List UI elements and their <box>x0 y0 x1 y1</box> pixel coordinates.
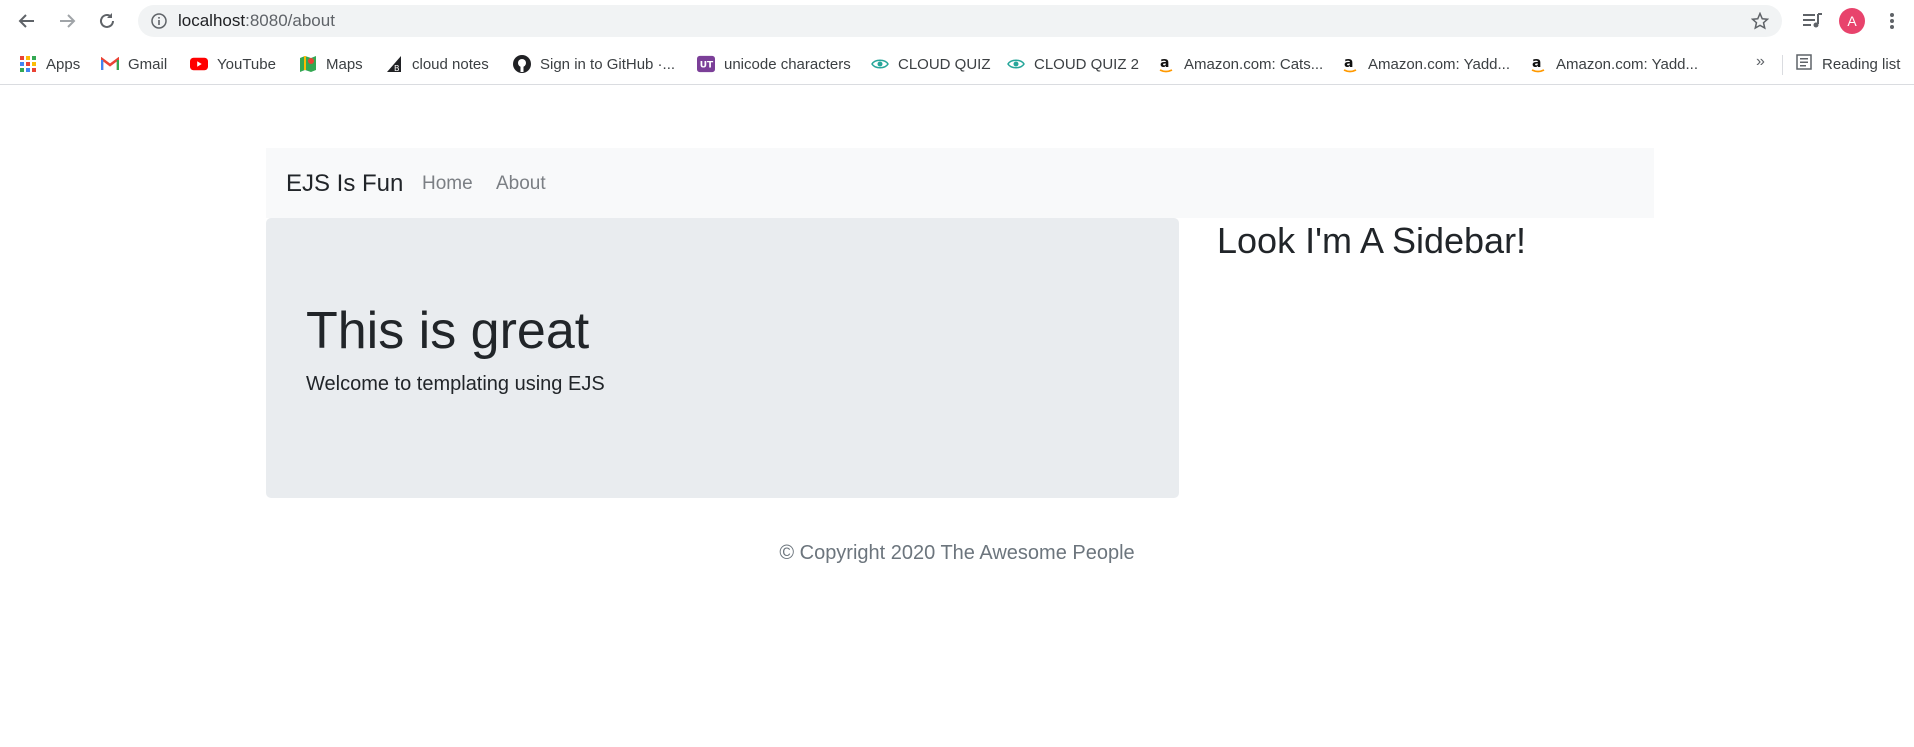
bookmark-label: Amazon.com: Yadd... <box>1556 55 1699 73</box>
cloud-notes-icon: B <box>385 55 403 73</box>
reading-list-label: Reading list <box>1822 55 1901 73</box>
maps-icon <box>299 55 317 73</box>
url-path: :8080/about <box>245 11 335 30</box>
bookmark-maps[interactable]: Maps <box>299 52 363 76</box>
bookmark-cloud-notes[interactable]: B cloud notes <box>385 52 489 76</box>
profile-avatar[interactable]: A <box>1839 8 1865 34</box>
svg-text:a: a <box>1160 55 1169 71</box>
bookmark-amazon-yadd-2[interactable]: a Amazon.com: Yadd... <box>1529 52 1698 76</box>
address-bar[interactable]: localhost:8080/about <box>138 5 1782 37</box>
svg-text:a: a <box>1344 55 1353 71</box>
bookmark-apps[interactable]: Apps <box>19 52 80 76</box>
footer-copyright: © Copyright 2020 The Awesome People <box>779 542 1135 564</box>
star-icon[interactable] <box>1750 11 1770 31</box>
bookmark-label: CLOUD QUIZ 2 <box>1034 55 1140 73</box>
kebab-menu-icon[interactable] <box>1880 9 1904 33</box>
reload-icon[interactable] <box>94 8 120 34</box>
info-icon[interactable] <box>150 12 168 30</box>
bookmark-github[interactable]: Sign in to GitHub ·... <box>513 52 675 76</box>
eye-icon <box>1007 55 1025 73</box>
site-navbar: EJS Is Fun Home About <box>266 148 1654 218</box>
reading-list-button[interactable]: Reading list <box>1796 52 1900 76</box>
media-control-icon[interactable] <box>1801 9 1825 33</box>
bookmark-amazon-yadd-1[interactable]: a Amazon.com: Yadd... <box>1341 52 1510 76</box>
sidebar-title: Look I'm A Sidebar! <box>1217 220 1527 261</box>
svg-text:B: B <box>394 64 400 73</box>
bookmark-label: YouTube <box>217 55 276 73</box>
page-footer: © Copyright 2020 The Awesome People <box>0 542 1914 565</box>
navbar-brand[interactable]: EJS Is Fun <box>286 170 403 198</box>
browser-toolbar: localhost:8080/about A <box>0 0 1914 42</box>
amazon-icon: a <box>1341 55 1359 73</box>
bookmark-label: Sign in to GitHub ·... <box>540 55 676 73</box>
jumbotron: This is great Welcome to templating usin… <box>266 218 1179 498</box>
back-arrow-icon[interactable] <box>14 8 40 34</box>
bookmark-youtube[interactable]: YouTube <box>190 52 276 76</box>
forward-arrow-icon[interactable] <box>54 8 80 34</box>
bookmark-cloud-quiz[interactable]: CLOUD QUIZ <box>871 52 991 76</box>
bookmark-label: Maps <box>326 55 363 73</box>
unicode-icon: UT <box>697 55 715 73</box>
github-icon <box>513 55 531 73</box>
bookmark-label: Amazon.com: Yadd... <box>1368 55 1511 73</box>
apps-grid-icon <box>19 55 37 73</box>
bookmark-cloud-quiz-2[interactable]: CLOUD QUIZ 2 <box>1007 52 1139 76</box>
nav-link-home[interactable]: Home <box>422 173 473 195</box>
gmail-icon <box>101 55 119 73</box>
url-host: localhost <box>178 11 246 30</box>
eye-icon <box>871 55 889 73</box>
amazon-icon: a <box>1157 55 1175 73</box>
url-text[interactable]: localhost:8080/about <box>178 12 335 30</box>
bookmark-label: Apps <box>46 55 81 73</box>
jumbotron-title: This is great <box>306 302 590 360</box>
bookmark-label: Gmail <box>128 55 168 73</box>
bookmark-amazon-cats[interactable]: a Amazon.com: Cats... <box>1157 52 1323 76</box>
svg-text:UT: UT <box>700 61 714 71</box>
reading-list-icon <box>1796 54 1812 74</box>
nav-link-about[interactable]: About <box>496 173 546 195</box>
bookmark-label: unicode characters <box>724 55 851 73</box>
jumbotron-subtitle: Welcome to templating using EJS <box>306 373 605 395</box>
bookmarks-bar: Apps Gmail YouTube Maps B cloud notes Si… <box>0 43 1914 85</box>
youtube-icon <box>190 55 208 73</box>
svg-text:a: a <box>1532 55 1541 71</box>
bookmark-gmail[interactable]: Gmail <box>101 52 167 76</box>
amazon-icon: a <box>1529 55 1547 73</box>
more-bookmarks-button[interactable]: » <box>1756 53 1765 71</box>
bookmark-label: cloud notes <box>412 55 489 73</box>
bookmark-label: CLOUD QUIZ <box>898 55 991 73</box>
bookmark-unicode[interactable]: UT unicode characters <box>697 52 851 76</box>
bookmarks-divider <box>1782 55 1783 75</box>
bookmark-label: Amazon.com: Cats... <box>1184 55 1324 73</box>
